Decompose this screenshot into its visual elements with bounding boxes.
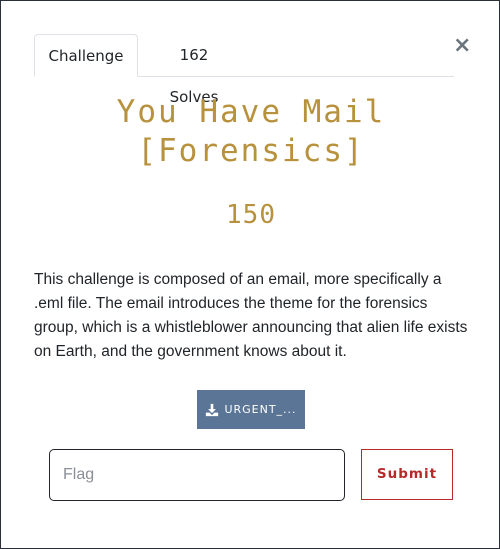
tab-solves[interactable]: 162 Solves	[154, 34, 234, 106]
modal-tabs: Challenge 162 Solves	[34, 34, 454, 106]
download-file-label: URGENT_...	[224, 403, 297, 416]
challenge-modal: Challenge 162 Solves × You Have Mail [Fo…	[0, 0, 500, 549]
challenge-title: You Have Mail [Forensics]	[116, 94, 386, 169]
download-icon	[206, 403, 219, 416]
challenge-description: This challenge is composed of an email, …	[34, 271, 468, 360]
submit-button[interactable]: Submit	[361, 449, 453, 500]
flag-input[interactable]	[49, 449, 345, 501]
download-file-button[interactable]: URGENT_...	[197, 390, 305, 429]
tab-challenge[interactable]: Challenge	[34, 34, 138, 77]
challenge-points: 150	[226, 200, 276, 230]
close-icon[interactable]: ×	[453, 34, 471, 58]
